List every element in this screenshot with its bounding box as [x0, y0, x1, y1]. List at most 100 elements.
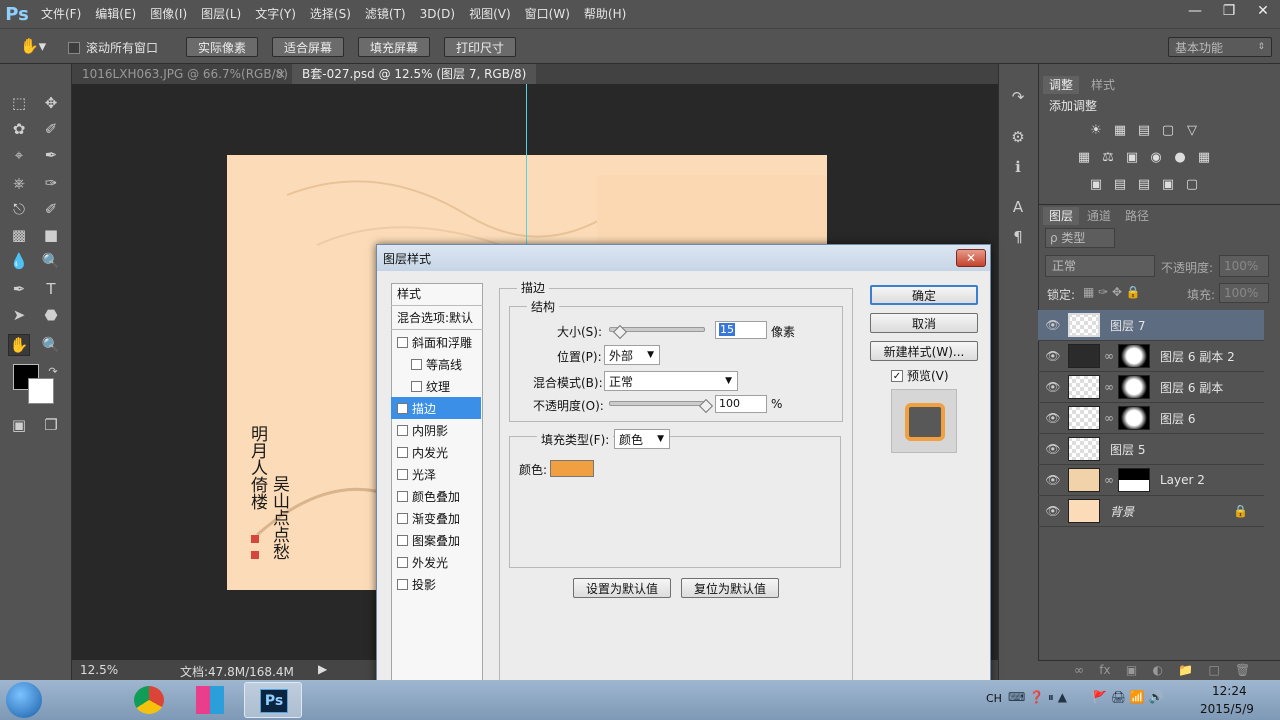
move-tool-icon[interactable]: ✥ [40, 92, 62, 114]
eyedropper-icon[interactable]: ✒ [40, 144, 62, 166]
preview-option[interactable]: ✓ 预览(V) [891, 367, 949, 384]
curves-icon[interactable]: ▤ [1135, 122, 1153, 138]
style-item[interactable]: 斜面和浮雕 [391, 331, 481, 353]
fit-screen-button[interactable]: 适合屏幕 [272, 37, 344, 57]
menu-edit[interactable]: 编辑(E) [88, 0, 143, 28]
type-tool-icon[interactable]: T [40, 278, 62, 300]
style-checkbox[interactable] [397, 534, 408, 546]
blend-options-item[interactable]: 混合选项:默认 [397, 309, 473, 326]
styles-header[interactable]: 样式 [397, 285, 421, 302]
new-adjustment-icon[interactable]: ◐ [1152, 663, 1162, 677]
opacity-input[interactable]: 100 [715, 395, 767, 413]
blur-tool-icon[interactable]: 💧 [8, 250, 30, 272]
eye-icon[interactable]: 👁 [1038, 411, 1068, 425]
style-item[interactable]: 光泽 [391, 463, 481, 485]
selective-color-icon[interactable]: ▣ [1159, 176, 1177, 192]
style-checkbox[interactable] [397, 490, 408, 502]
style-item[interactable]: 投影 [391, 573, 481, 595]
eye-icon[interactable]: 👁 [1038, 473, 1068, 487]
shape-tool-icon[interactable]: ⬣ [40, 304, 62, 326]
tab-channels[interactable]: 通道 [1081, 207, 1117, 225]
style-checkbox[interactable]: ✓ [397, 402, 408, 414]
scroll-all-windows[interactable]: 滚动所有窗口 [68, 39, 158, 56]
zoom-tool-icon[interactable]: 🔍 [40, 334, 62, 356]
tray-status-icons[interactable]: 🚩 🖨 📶 🔊 [1092, 690, 1164, 704]
color-balance-icon[interactable]: ⚖ [1099, 149, 1117, 165]
tab-styles[interactable]: 样式 [1085, 76, 1121, 94]
brightness-icon[interactable]: ☀ [1087, 122, 1105, 138]
brush-tool-icon[interactable]: ✑ [40, 172, 62, 194]
size-input[interactable]: 15 [715, 321, 767, 339]
blend-mode-select[interactable]: 正常 ▼ [604, 371, 738, 391]
style-checkbox[interactable] [397, 512, 408, 524]
stroke-color-swatch[interactable] [550, 460, 594, 477]
new-group-icon[interactable]: 📁 [1178, 663, 1193, 677]
threshold-icon[interactable]: ▤ [1135, 176, 1153, 192]
gradient-map-icon[interactable]: ▢ [1183, 176, 1201, 192]
lasso-tool-icon[interactable]: ✿ [8, 118, 30, 140]
layer-filter-select[interactable]: ρ 类型 [1045, 228, 1115, 248]
eye-icon[interactable]: 👁 [1038, 318, 1068, 332]
healing-brush-icon[interactable]: ⎈ [8, 172, 30, 194]
posterize-icon[interactable]: ▤ [1111, 176, 1129, 192]
eye-icon[interactable]: 👁 [1038, 349, 1068, 363]
exposure-icon[interactable]: ▢ [1159, 122, 1177, 138]
set-default-button[interactable]: 设置为默认值 [573, 578, 671, 598]
eye-icon[interactable]: 👁 [1038, 442, 1068, 456]
screen-mode-icon[interactable]: ❐ [40, 414, 62, 436]
path-select-icon[interactable]: ➤ [8, 304, 30, 326]
menu-filter[interactable]: 滤镜(T) [358, 0, 413, 28]
print-size-button[interactable]: 打印尺寸 [444, 37, 516, 57]
menu-3d[interactable]: 3D(D) [413, 0, 462, 28]
tab-layers[interactable]: 图层 [1043, 207, 1080, 225]
close-tab-icon[interactable]: × [276, 64, 286, 84]
zoom-level[interactable]: 12.5% [80, 663, 118, 677]
actual-pixels-button[interactable]: 实际像素 [186, 37, 258, 57]
marquee-tool-icon[interactable]: ⬚ [8, 92, 30, 114]
menu-window[interactable]: 窗口(W) [518, 0, 577, 28]
opacity-input[interactable]: 100% [1219, 255, 1269, 277]
style-item[interactable]: 外发光 [391, 551, 481, 573]
channel-mixer-icon[interactable]: ● [1171, 149, 1189, 165]
layer-row[interactable]: 👁 ∞ 图层 6 [1038, 403, 1264, 434]
preview-checkbox[interactable]: ✓ [891, 369, 903, 382]
tab-paths[interactable]: 路径 [1119, 207, 1155, 225]
menu-view[interactable]: 视图(V) [462, 0, 518, 28]
layer-row[interactable]: 👁 ∞ 图层 6 副本 2 [1038, 341, 1264, 372]
hand-tool-preset-icon[interactable]: ✋▾ [20, 37, 46, 55]
fill-type-select[interactable]: 颜色 ▼ [614, 429, 670, 449]
menu-help[interactable]: 帮助(H) [577, 0, 633, 28]
delete-layer-icon[interactable]: 🗑 [1235, 663, 1250, 677]
layer-row[interactable]: 👁 ∞ 图层 6 副本 [1038, 372, 1264, 403]
photo-filter-icon[interactable]: ◉ [1147, 149, 1165, 165]
photoshop-taskbar-button[interactable]: Ps [244, 682, 302, 718]
style-checkbox[interactable] [411, 380, 422, 392]
character-icon[interactable]: A [1007, 196, 1029, 218]
layer-row[interactable]: 👁 图层 7 [1038, 310, 1264, 341]
menu-file[interactable]: 文件(F) [34, 0, 88, 28]
pen-tool-icon[interactable]: ✒ [8, 278, 30, 300]
link-layers-icon[interactable]: ∞ [1074, 663, 1084, 677]
eraser-tool-icon[interactable]: ▩ [8, 224, 30, 246]
quick-select-icon[interactable]: ✐ [40, 118, 62, 140]
scroll-all-checkbox[interactable] [68, 41, 80, 54]
invert-icon[interactable]: ▣ [1087, 176, 1105, 192]
tab-1016lxh063[interactable]: 1016LXH063.JPG @ 66.7%(RGB/8) × [72, 64, 290, 84]
bw-icon[interactable]: ▣ [1123, 149, 1141, 165]
style-item[interactable]: 内发光 [391, 441, 481, 463]
tab-b-027[interactable]: B套-027.psd @ 12.5% (图层 7, RGB/8) * × [292, 64, 536, 101]
history-icon[interactable]: ↷ [1007, 86, 1029, 108]
lock-icons[interactable]: ▦ ✑ ✥ 🔒 [1083, 285, 1141, 299]
fill-screen-button[interactable]: 填充屏幕 [358, 37, 430, 57]
levels-icon[interactable]: ▦ [1111, 122, 1129, 138]
style-item[interactable]: ✓ 描边 [391, 397, 481, 419]
gradient-tool-icon[interactable]: ■ [40, 224, 62, 246]
fill-input[interactable]: 100% [1219, 283, 1269, 303]
close-icon[interactable]: ✕ [1246, 0, 1280, 22]
start-button-icon[interactable] [6, 682, 42, 718]
chrome-icon[interactable] [134, 686, 164, 714]
layer-row[interactable]: 👁 ∞ Layer 2 [1038, 465, 1264, 496]
menu-image[interactable]: 图像(I) [143, 0, 194, 28]
ime-indicator[interactable]: CH [986, 692, 1002, 705]
style-item[interactable]: 纹理 [391, 375, 481, 397]
